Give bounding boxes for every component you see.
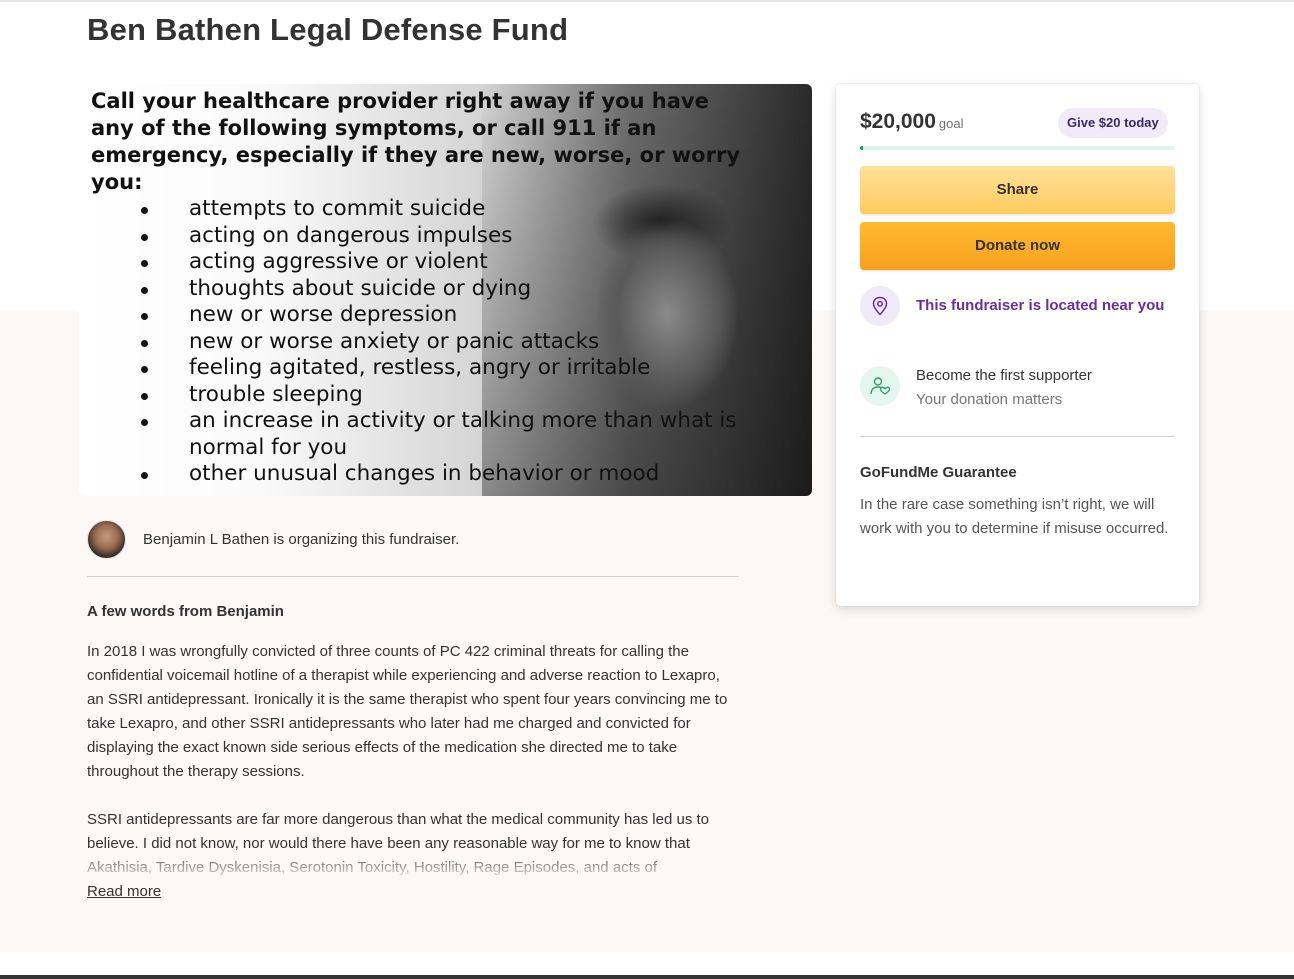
hero-symptom-text: new or worse anxiety or panic attacks	[189, 328, 600, 354]
page-title: Ben Bathen Legal Defense Fund	[87, 12, 569, 47]
hero-symptom-item: other unusual changes in behavior or moo…	[91, 461, 751, 488]
hero-heading: Call your healthcare provider right away…	[91, 89, 741, 194]
hero-symptom-item: trouble sleeping	[91, 382, 751, 409]
hero-symptom-item: acting aggressive or violent	[91, 249, 751, 276]
hero-symptom-item: acting on dangerous impulses	[91, 223, 751, 250]
share-button[interactable]: Share	[860, 166, 1175, 214]
supporter-row: Become the first supporter Your donation…	[860, 364, 1180, 414]
goal-amount: $20,000	[860, 110, 936, 133]
supporter-title: Become the first supporter	[916, 367, 1092, 384]
bullet-icon	[141, 286, 148, 294]
bullet-icon	[141, 339, 148, 347]
story-heading: A few words from Benjamin	[87, 603, 284, 620]
guarantee-title[interactable]: GoFundMe Guarantee	[860, 464, 1017, 481]
bullet-icon	[141, 260, 148, 267]
hero-symptom-text: an increase in activity or talking more …	[189, 408, 737, 460]
story-text: In 2018 I was wrongfully convicted of th…	[87, 640, 739, 878]
bullet-icon	[141, 313, 148, 320]
hero-symptom-item: new or worse depression	[91, 302, 751, 329]
story-fade	[87, 850, 739, 880]
give-today-badge[interactable]: Give $20 today	[1058, 108, 1168, 138]
bullet-icon	[141, 392, 148, 400]
organizer-text: Benjamin L Bathen is organizing this fun…	[143, 531, 460, 548]
hero-symptom-text: trouble sleeping	[189, 381, 363, 407]
hero-symptom-item: thoughts about suicide or dying	[91, 276, 751, 303]
top-divider	[0, 0, 1294, 2]
campaign-hero-image[interactable]: Call your healthcare provider right away…	[79, 84, 812, 496]
hero-symptom-item: attempts to commit suicide	[91, 196, 751, 223]
bottom-border	[0, 975, 1294, 979]
progress-fill	[860, 146, 864, 150]
hero-symptom-text: feeling agitated, restless, angry or irr…	[189, 355, 651, 380]
progress-bar	[860, 146, 1175, 150]
location-pin-icon	[860, 286, 900, 326]
hero-symptom-item: new or worse anxiety or panic attacks	[91, 329, 751, 356]
supporter-subtitle: Your donation matters	[916, 391, 1063, 408]
hero-symptom-text: new or worse depression	[189, 302, 458, 327]
organizer-avatar[interactable]	[87, 520, 126, 559]
organizer-row: Benjamin L Bathen is organizing this fun…	[87, 520, 739, 577]
location-row: This fundraiser is located near you	[860, 286, 1180, 326]
hero-symptom-text: acting aggressive or violent	[189, 249, 488, 274]
bullet-icon	[141, 472, 148, 479]
guarantee-text: In the rare case something isn’t right, …	[860, 496, 1169, 537]
hero-symptom-text: other unusual changes in behavior or moo…	[189, 461, 660, 486]
donate-card: $20,000 goal Give $20 today Share Donate …	[836, 84, 1199, 606]
read-more-link[interactable]: Read more	[87, 883, 161, 900]
story-paragraph: In 2018 I was wrongfully convicted of th…	[87, 643, 728, 780]
goal-amount-row: $20,000 goal	[860, 110, 964, 134]
card-divider	[860, 436, 1175, 437]
donate-now-button[interactable]: Donate now	[860, 222, 1175, 270]
bullet-icon	[141, 233, 148, 241]
hero-symptom-item: an increase in activity or talking more …	[91, 408, 751, 461]
hero-symptom-list: attempts to commit suicide acting on dang…	[91, 196, 751, 488]
hero-symptom-item: feeling agitated, restless, angry or irr…	[91, 355, 751, 382]
bullet-icon	[141, 419, 148, 426]
bullet-icon	[141, 366, 148, 373]
hero-symptom-text: attempts to commit suicide	[189, 196, 486, 221]
hero-symptom-text: acting on dangerous impulses	[189, 222, 513, 248]
bullet-icon	[141, 207, 148, 214]
goal-label: goal	[938, 116, 964, 131]
hero-symptom-text: thoughts about suicide or dying	[189, 275, 532, 301]
location-text[interactable]: This fundraiser is located near you	[916, 297, 1164, 314]
person-heart-icon	[860, 366, 900, 406]
hero-image-text: Call your healthcare provider right away…	[91, 88, 751, 488]
